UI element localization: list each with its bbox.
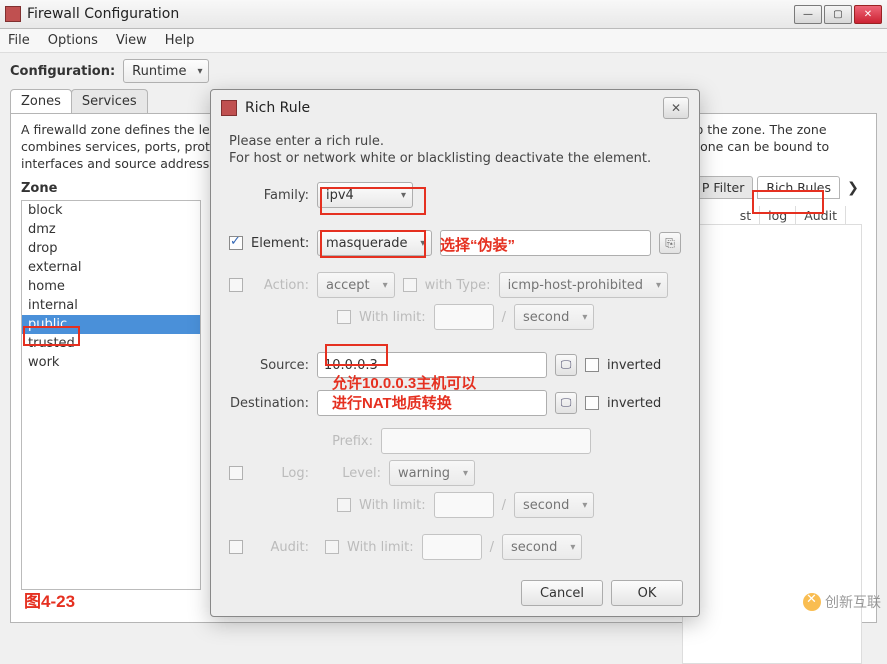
annotation-source: 允许10.0.0.3主机可以 进行NAT地质转换 [332,374,476,415]
figure-label: 图4-23 [24,587,75,612]
zone-item-external[interactable]: external [22,258,200,277]
log-label: Log: [251,466,309,481]
menu-view[interactable]: View [116,33,147,48]
dialog-icon [221,100,237,116]
menu-file[interactable]: File [8,33,30,48]
source-inverted-label: inverted [607,358,661,373]
col-st: st [732,206,760,225]
config-row: Configuration: Runtime [0,53,887,89]
firewall-app-icon [5,6,21,22]
watermark: 创新互联 [803,592,881,612]
menu-options[interactable]: Options [48,33,98,48]
zone-item-drop[interactable]: drop [22,239,200,258]
col-audit: Audit [796,206,846,225]
zone-item-trusted[interactable]: trusted [22,334,200,353]
source-inverted-checkbox[interactable] [585,358,599,372]
action-checkbox[interactable] [229,278,243,292]
action-label: Action: [251,278,309,293]
dest-inverted-checkbox[interactable] [585,396,599,410]
log-limit-unit[interactable]: second [514,492,594,518]
element-checkbox[interactable] [229,236,243,250]
window-titlebar: Firewall Configuration — ▢ ✕ [0,0,887,29]
element-param-icon[interactable]: ⎘ [659,232,681,254]
element-select[interactable]: masquerade [317,230,432,256]
tab-rich-rules[interactable]: Rich Rules [757,176,840,199]
family-label: Family: [229,188,309,203]
menubar: File Options View Help [0,29,887,53]
dest-label: Destination: [229,396,309,411]
minimize-button[interactable]: — [794,5,822,24]
rich-rule-dialog: Rich Rule ✕ Please enter a rich rule. Fo… [210,89,700,617]
audit-limit-unit[interactable]: second [502,534,582,560]
audit-checkbox[interactable] [229,540,243,554]
with-type-checkbox[interactable] [403,278,417,292]
with-type-label: with Type: [425,278,491,293]
zone-item-public[interactable]: public [22,315,200,334]
tab-services[interactable]: Services [71,89,148,113]
menu-help[interactable]: Help [165,33,195,48]
icmp-type-select[interactable]: icmp-host-prohibited [499,272,668,298]
dialog-title: Rich Rule [245,100,655,116]
action-select[interactable]: accept [317,272,395,298]
action-limit-input[interactable] [434,304,494,330]
watermark-icon [803,593,821,611]
col-log: log [760,206,796,225]
level-label: Level: [341,466,381,481]
tab-zones[interactable]: Zones [10,89,72,113]
dest-browse-icon[interactable]: 🖵 [555,392,577,414]
family-select[interactable]: ipv4 [317,182,413,208]
audit-label: Audit: [251,540,309,555]
configuration-select[interactable]: Runtime [123,59,209,83]
ok-button[interactable]: OK [611,580,683,606]
zone-item-home[interactable]: home [22,277,200,296]
dialog-text-1: Please enter a rich rule. [229,134,681,149]
audit-limit-input[interactable] [422,534,482,560]
tabs-scroll-right-icon[interactable]: ❯ [844,177,862,199]
cancel-button[interactable]: Cancel [521,580,603,606]
window-title: Firewall Configuration [27,6,788,22]
prefix-label: Prefix: [317,434,373,449]
close-button[interactable]: ✕ [854,5,882,24]
action-limit-unit[interactable]: second [514,304,594,330]
tab-filter[interactable]: P Filter [693,176,753,199]
zone-item-block[interactable]: block [22,201,200,220]
source-browse-icon[interactable]: 🖵 [555,354,577,376]
log-limit-label: With limit: [359,498,426,513]
dialog-close-button[interactable]: ✕ [663,97,689,119]
action-limit-label: With limit: [359,310,426,325]
log-limit-input[interactable] [434,492,494,518]
log-limit-checkbox[interactable] [337,498,351,512]
dialog-text-2: For host or network white or blacklistin… [229,151,681,166]
element-label: Element: [251,236,309,251]
maximize-button[interactable]: ▢ [824,5,852,24]
zone-item-dmz[interactable]: dmz [22,220,200,239]
action-limit-checkbox[interactable] [337,310,351,324]
annotation-masquerade: 选择“伪装” [440,236,515,256]
dest-inverted-label: inverted [607,396,661,411]
zone-item-work[interactable]: work [22,353,200,372]
zone-item-internal[interactable]: internal [22,296,200,315]
prefix-input[interactable] [381,428,591,454]
zone-list[interactable]: blockdmzdropexternalhomeinternalpublictr… [21,200,201,590]
audit-limit-label: With limit: [347,540,414,555]
source-label: Source: [229,358,309,373]
config-label: Configuration: [10,64,115,79]
log-checkbox[interactable] [229,466,243,480]
level-select[interactable]: warning [389,460,475,486]
audit-limit-checkbox[interactable] [325,540,339,554]
